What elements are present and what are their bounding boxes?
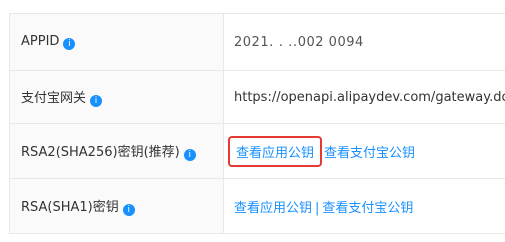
value-cell: 查看应用公钥 查看支付宝公钥 <box>223 123 505 179</box>
rsa2-view-alipay-public-key-link[interactable]: 查看支付宝公钥 <box>324 146 415 161</box>
rsa-view-alipay-public-key-link[interactable]: 查看支付宝公钥 <box>322 201 413 216</box>
value-cell: 查看应用公钥 | 查看支付宝公钥 <box>223 178 505 234</box>
table-row-rsa2: RSA2(SHA256)密钥(推荐) i 查看应用公钥 查看支付宝公钥 <box>9 123 505 179</box>
appid-value: 2021․ ․ ․․002 0094 <box>234 34 364 50</box>
value-cell: https://openapi.alipaydev.com/gateway.do <box>223 70 505 124</box>
app-info-table: APPID i 2021․ ․ ․․002 0094 支付宝网关 i https:/… <box>9 13 505 234</box>
link-separator: | <box>315 200 320 216</box>
gateway-label: 支付宝网关 <box>21 91 87 106</box>
label-cell: 支付宝网关 i <box>9 70 224 124</box>
info-icon[interactable]: i <box>63 38 76 50</box>
rsa-view-app-public-key-link[interactable]: 查看应用公钥 <box>234 201 312 216</box>
rsa-label: RSA(SHA1)密钥 <box>21 200 119 215</box>
label-cell: APPID i <box>9 13 224 71</box>
table-row-appid: APPID i 2021․ ․ ․․002 0094 <box>9 13 505 71</box>
info-icon[interactable]: i <box>183 149 196 161</box>
rsa2-view-app-public-key-link[interactable]: 查看应用公钥 <box>228 135 323 167</box>
table-row-gateway: 支付宝网关 i https://openapi.alipaydev.com/gat… <box>9 70 505 124</box>
gateway-url: https://openapi.alipaydev.com/gateway.do <box>234 89 505 105</box>
label-cell: RSA2(SHA256)密钥(推荐) i <box>9 123 224 179</box>
info-icon[interactable]: i <box>90 95 103 107</box>
appid-label: APPID <box>21 34 60 49</box>
value-cell: 2021․ ․ ․․002 0094 <box>223 13 505 71</box>
info-icon[interactable]: i <box>122 204 135 216</box>
rsa2-label: RSA2(SHA256)密钥(推荐) <box>21 145 180 160</box>
label-cell: RSA(SHA1)密钥 i <box>9 178 224 234</box>
table-row-rsa: RSA(SHA1)密钥 i 查看应用公钥 | 查看支付宝公钥 <box>9 178 505 234</box>
